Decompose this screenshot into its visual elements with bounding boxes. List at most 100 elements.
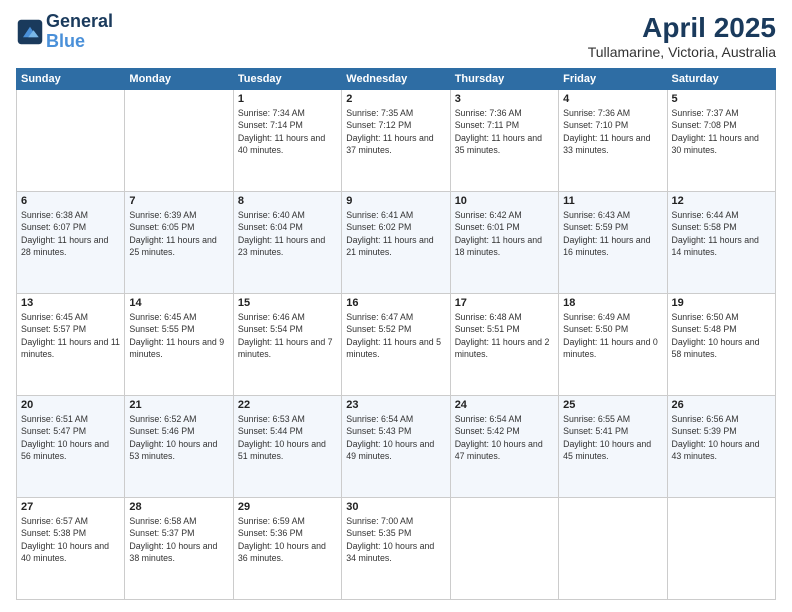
calendar-cell: 9 Sunrise: 6:41 AMSunset: 6:02 PMDaylight…	[342, 192, 450, 294]
calendar-cell	[17, 90, 125, 192]
day-info: Sunrise: 7:34 AMSunset: 7:14 PMDaylight:…	[238, 107, 337, 156]
calendar-cell: 30 Sunrise: 7:00 AMSunset: 5:35 PMDayligh…	[342, 498, 450, 600]
calendar-cell	[667, 498, 775, 600]
col-header-friday: Friday	[559, 69, 667, 90]
day-number: 4	[563, 93, 662, 105]
calendar-cell: 17 Sunrise: 6:48 AMSunset: 5:51 PMDayligh…	[450, 294, 558, 396]
calendar-cell: 25 Sunrise: 6:55 AMSunset: 5:41 PMDayligh…	[559, 396, 667, 498]
subtitle: Tullamarine, Victoria, Australia	[588, 44, 776, 60]
calendar-cell: 14 Sunrise: 6:45 AMSunset: 5:55 PMDayligh…	[125, 294, 233, 396]
day-number: 13	[21, 297, 120, 309]
calendar-cell: 2Sunrise: 7:35 AMSunset: 7:12 PMDaylight…	[342, 90, 450, 192]
day-info: Sunrise: 6:41 AMSunset: 6:02 PMDaylight:…	[346, 209, 445, 258]
day-info: Sunrise: 7:00 AMSunset: 5:35 PMDaylight:…	[346, 515, 445, 564]
day-number: 19	[672, 297, 771, 309]
day-number: 9	[346, 195, 445, 207]
day-number: 17	[455, 297, 554, 309]
day-number: 20	[21, 399, 120, 411]
day-number: 15	[238, 297, 337, 309]
week-row-3: 13 Sunrise: 6:45 AMSunset: 5:57 PMDayligh…	[17, 294, 776, 396]
day-info: Sunrise: 6:55 AMSunset: 5:41 PMDaylight:…	[563, 413, 662, 462]
day-number: 24	[455, 399, 554, 411]
calendar-cell: 3 Sunrise: 7:36 AMSunset: 7:11 PMDaylight…	[450, 90, 558, 192]
day-info: Sunrise: 6:45 AMSunset: 5:57 PMDaylight:…	[21, 311, 120, 360]
day-number: 16	[346, 297, 445, 309]
day-info: Sunrise: 6:44 AMSunset: 5:58 PMDaylight:…	[672, 209, 771, 258]
day-info: Sunrise: 6:57 AMSunset: 5:38 PMDaylight:…	[21, 515, 120, 564]
calendar-cell: 16 Sunrise: 6:47 AMSunset: 5:52 PMDayligh…	[342, 294, 450, 396]
calendar-cell: 24 Sunrise: 6:54 AMSunset: 5:42 PMDayligh…	[450, 396, 558, 498]
logo-line1: General	[46, 12, 113, 32]
day-info: Sunrise: 6:54 AMSunset: 5:43 PMDaylight:…	[346, 413, 445, 462]
week-row-4: 20 Sunrise: 6:51 AMSunset: 5:47 PMDayligh…	[17, 396, 776, 498]
day-info: Sunrise: 6:45 AMSunset: 5:55 PMDaylight:…	[129, 311, 228, 360]
calendar-cell: 12 Sunrise: 6:44 AMSunset: 5:58 PMDayligh…	[667, 192, 775, 294]
day-number: 27	[21, 501, 120, 513]
calendar-cell: 13 Sunrise: 6:45 AMSunset: 5:57 PMDayligh…	[17, 294, 125, 396]
day-number: 29	[238, 501, 337, 513]
calendar-cell: 26 Sunrise: 6:56 AMSunset: 5:39 PMDayligh…	[667, 396, 775, 498]
calendar-cell	[450, 498, 558, 600]
calendar-cell: 21Sunrise: 6:52 AMSunset: 5:46 PMDayligh…	[125, 396, 233, 498]
col-header-monday: Monday	[125, 69, 233, 90]
day-number: 25	[563, 399, 662, 411]
day-info: Sunrise: 6:51 AMSunset: 5:47 PMDaylight:…	[21, 413, 120, 462]
day-info: Sunrise: 7:36 AMSunset: 7:10 PMDaylight:…	[563, 107, 662, 156]
calendar-cell: 8 Sunrise: 6:40 AMSunset: 6:04 PMDaylight…	[233, 192, 341, 294]
day-info: Sunrise: 7:36 AMSunset: 7:11 PMDaylight:…	[455, 107, 554, 156]
day-info: Sunrise: 6:49 AMSunset: 5:50 PMDaylight:…	[563, 311, 662, 360]
day-info: Sunrise: 6:56 AMSunset: 5:39 PMDaylight:…	[672, 413, 771, 462]
col-header-sunday: Sunday	[17, 69, 125, 90]
calendar-cell: 7 Sunrise: 6:39 AMSunset: 6:05 PMDaylight…	[125, 192, 233, 294]
day-info: Sunrise: 6:47 AMSunset: 5:52 PMDaylight:…	[346, 311, 445, 360]
calendar-cell: 5Sunrise: 7:37 AMSunset: 7:08 PMDaylight…	[667, 90, 775, 192]
day-number: 26	[672, 399, 771, 411]
day-number: 12	[672, 195, 771, 207]
day-number: 7	[129, 195, 228, 207]
day-info: Sunrise: 6:54 AMSunset: 5:42 PMDaylight:…	[455, 413, 554, 462]
week-row-1: 1 Sunrise: 7:34 AMSunset: 7:14 PMDaylight…	[17, 90, 776, 192]
day-number: 2	[346, 93, 445, 105]
calendar-cell	[125, 90, 233, 192]
day-info: Sunrise: 7:37 AMSunset: 7:08 PMDaylight:…	[672, 107, 771, 156]
day-number: 8	[238, 195, 337, 207]
day-number: 21	[129, 399, 228, 411]
day-info: Sunrise: 6:40 AMSunset: 6:04 PMDaylight:…	[238, 209, 337, 258]
day-number: 14	[129, 297, 228, 309]
header-row: SundayMondayTuesdayWednesdayThursdayFrid…	[17, 69, 776, 90]
calendar-cell: 29 Sunrise: 6:59 AMSunset: 5:36 PMDayligh…	[233, 498, 341, 600]
calendar-header: SundayMondayTuesdayWednesdayThursdayFrid…	[17, 69, 776, 90]
calendar-cell: 18Sunrise: 6:49 AMSunset: 5:50 PMDayligh…	[559, 294, 667, 396]
calendar-cell: 28 Sunrise: 6:58 AMSunset: 5:37 PMDayligh…	[125, 498, 233, 600]
calendar-cell: 23Sunrise: 6:54 AMSunset: 5:43 PMDayligh…	[342, 396, 450, 498]
logo-line2: Blue	[46, 32, 113, 52]
main-title: April 2025	[588, 12, 776, 44]
day-info: Sunrise: 6:59 AMSunset: 5:36 PMDaylight:…	[238, 515, 337, 564]
page: General Blue April 2025 Tullamarine, Vic…	[0, 0, 792, 612]
calendar-body: 1 Sunrise: 7:34 AMSunset: 7:14 PMDaylight…	[17, 90, 776, 600]
day-info: Sunrise: 6:53 AMSunset: 5:44 PMDaylight:…	[238, 413, 337, 462]
day-number: 1	[238, 93, 337, 105]
calendar-cell: 27 Sunrise: 6:57 AMSunset: 5:38 PMDayligh…	[17, 498, 125, 600]
day-info: Sunrise: 6:38 AMSunset: 6:07 PMDaylight:…	[21, 209, 120, 258]
calendar-cell: 22Sunrise: 6:53 AMSunset: 5:44 PMDayligh…	[233, 396, 341, 498]
day-number: 11	[563, 195, 662, 207]
day-info: Sunrise: 6:58 AMSunset: 5:37 PMDaylight:…	[129, 515, 228, 564]
col-header-thursday: Thursday	[450, 69, 558, 90]
calendar-cell: 11Sunrise: 6:43 AMSunset: 5:59 PMDayligh…	[559, 192, 667, 294]
header: General Blue April 2025 Tullamarine, Vic…	[16, 12, 776, 60]
day-number: 3	[455, 93, 554, 105]
col-header-saturday: Saturday	[667, 69, 775, 90]
day-info: Sunrise: 6:50 AMSunset: 5:48 PMDaylight:…	[672, 311, 771, 360]
col-header-tuesday: Tuesday	[233, 69, 341, 90]
calendar-cell: 20 Sunrise: 6:51 AMSunset: 5:47 PMDayligh…	[17, 396, 125, 498]
day-info: Sunrise: 6:39 AMSunset: 6:05 PMDaylight:…	[129, 209, 228, 258]
col-header-wednesday: Wednesday	[342, 69, 450, 90]
week-row-2: 6Sunrise: 6:38 AMSunset: 6:07 PMDaylight…	[17, 192, 776, 294]
title-block: April 2025 Tullamarine, Victoria, Austra…	[588, 12, 776, 60]
day-number: 28	[129, 501, 228, 513]
calendar-cell: 15Sunrise: 6:46 AMSunset: 5:54 PMDayligh…	[233, 294, 341, 396]
logo-icon	[16, 18, 44, 46]
day-info: Sunrise: 6:48 AMSunset: 5:51 PMDaylight:…	[455, 311, 554, 360]
day-number: 30	[346, 501, 445, 513]
